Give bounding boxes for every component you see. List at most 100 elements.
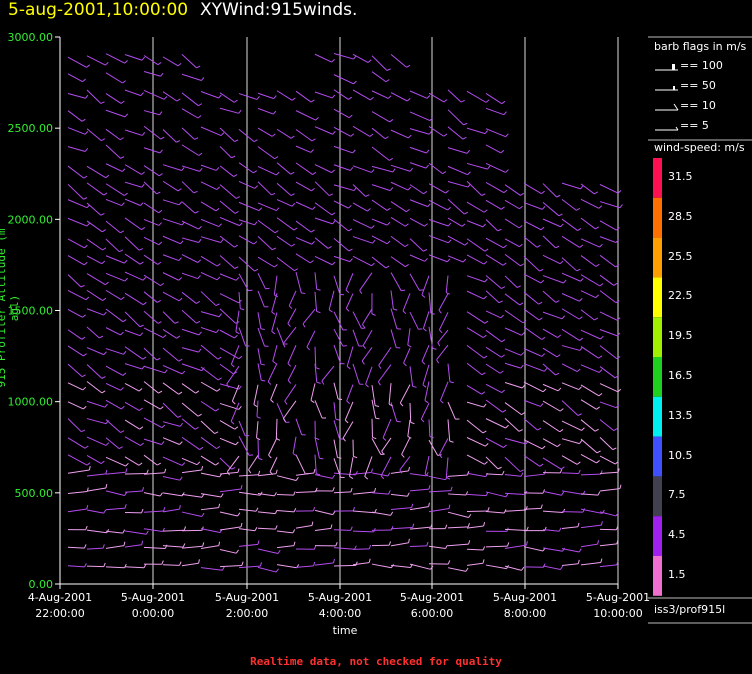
barb-legend-label-5: == 5 <box>680 119 709 132</box>
barb-feather <box>482 430 487 434</box>
wind-barb <box>124 198 144 206</box>
wind-barb <box>287 345 297 367</box>
wind-barb <box>361 308 373 328</box>
barb-shaft <box>445 457 449 478</box>
wind-barb <box>409 238 428 252</box>
barb-feather <box>238 385 242 390</box>
barb-feather <box>331 94 336 99</box>
barb-shaft <box>364 456 373 477</box>
wind-barb <box>485 491 509 498</box>
barb-feather <box>484 248 489 252</box>
wind-barb <box>276 491 296 496</box>
barb-shaft <box>86 436 107 446</box>
barb-shaft <box>162 329 177 339</box>
barb-shaft <box>86 326 100 339</box>
barb-shaft <box>276 90 293 101</box>
barb-feather <box>231 400 236 405</box>
wind-barb <box>599 329 621 337</box>
barb-feather <box>240 308 245 311</box>
barb-shaft <box>333 237 350 252</box>
wind-barb <box>124 271 147 281</box>
wind-barb <box>580 309 599 321</box>
barb-shaft <box>162 475 181 481</box>
barb-feather <box>284 400 288 405</box>
wind-barb <box>67 563 87 568</box>
barb-feather <box>371 169 375 173</box>
wind-barb <box>295 110 319 121</box>
barb-shaft <box>422 311 430 329</box>
barb-feather <box>482 546 486 551</box>
barb-shaft <box>523 273 542 284</box>
barb-shaft <box>447 474 468 477</box>
x-tick-time: 6:00:00 <box>411 607 453 620</box>
barb-shaft <box>333 53 354 60</box>
wind-barb <box>447 471 470 477</box>
wind-barb <box>200 366 222 381</box>
colorbar-segment <box>653 277 662 318</box>
wind-barb <box>523 273 545 284</box>
barb-feather <box>437 342 441 347</box>
barb-feather <box>196 320 201 324</box>
barb-shaft <box>599 201 621 209</box>
barb-shaft <box>542 311 563 320</box>
barb-shaft <box>238 201 260 212</box>
barb-feather <box>541 336 546 340</box>
wind-barb <box>352 558 371 566</box>
barb-shaft <box>561 511 584 513</box>
barb-shaft <box>200 381 218 392</box>
barb-feather <box>559 260 564 265</box>
barb-feather <box>161 441 165 445</box>
barb-feather <box>240 484 243 490</box>
wind-barb <box>438 293 449 314</box>
barb-shaft <box>466 90 487 103</box>
barb-feather <box>178 277 183 281</box>
wind-barb <box>105 183 128 196</box>
wind-barb <box>257 290 269 308</box>
barb-feather <box>105 469 108 475</box>
barb-shaft <box>523 473 545 477</box>
barb-feather <box>619 204 623 209</box>
barb-shaft <box>542 438 558 448</box>
barb-shaft <box>485 107 505 116</box>
wind-barb <box>599 236 620 244</box>
wind-barb <box>390 290 398 311</box>
wind-barb <box>162 218 186 226</box>
wind-barb <box>219 235 239 248</box>
barb-feather <box>327 246 332 249</box>
barb-feather <box>612 447 617 451</box>
wind-barb <box>466 162 491 170</box>
wind-barb <box>162 129 181 143</box>
barb-shaft <box>437 329 449 343</box>
barb-shaft <box>314 291 318 312</box>
barb-shaft <box>409 238 424 252</box>
barb-feather <box>388 490 391 495</box>
barb-shaft <box>390 542 409 547</box>
wind-barb <box>257 202 280 212</box>
barb-shaft <box>371 199 388 211</box>
barb-feather <box>595 226 600 230</box>
barb-shaft <box>181 383 196 394</box>
barb-feather <box>287 323 291 327</box>
barb-shaft <box>105 308 124 323</box>
barb-shaft <box>371 472 388 477</box>
wind-barb <box>257 566 279 573</box>
barb-shaft <box>333 145 353 154</box>
barb-shaft <box>485 275 502 289</box>
colorbar-label: 10.5 <box>668 448 693 462</box>
wind-barb <box>86 562 106 568</box>
barb-feather <box>275 568 279 573</box>
barb-shaft <box>219 437 236 446</box>
barb-shaft <box>466 525 484 529</box>
barb-feather <box>483 403 487 408</box>
wind-barb <box>485 144 505 154</box>
colorbar-segment <box>653 516 662 556</box>
barb-shaft <box>105 53 125 64</box>
barb-shaft <box>599 366 616 379</box>
wind-barb <box>219 293 242 304</box>
barb-shaft <box>485 418 506 429</box>
wind-barb <box>390 201 410 213</box>
wind-barb <box>504 362 524 369</box>
wind-barb <box>346 384 354 405</box>
barb-shaft <box>542 420 561 433</box>
wind-barb <box>599 311 621 321</box>
